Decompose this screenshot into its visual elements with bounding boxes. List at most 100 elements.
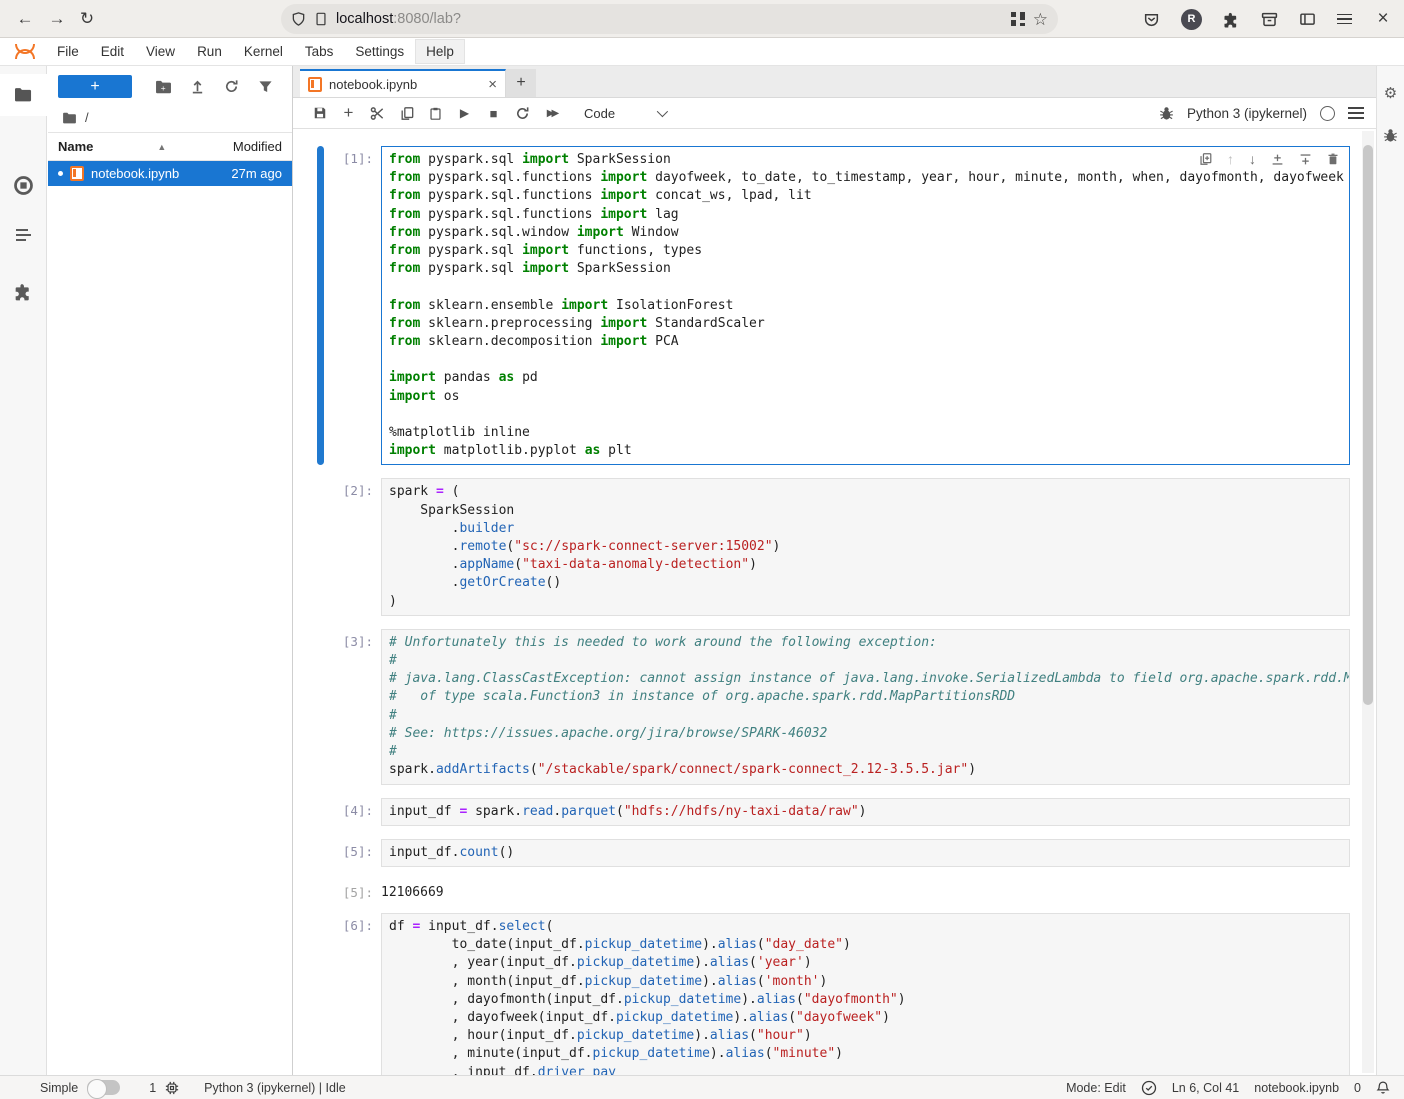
cell-drag-handle[interactable] — [317, 146, 324, 465]
menu-file[interactable]: File — [46, 39, 90, 64]
paste-cells-icon[interactable] — [421, 106, 450, 121]
table-of-contents-tab[interactable] — [0, 214, 47, 256]
menu-kernel[interactable]: Kernel — [233, 39, 294, 64]
kernel-status-icon[interactable] — [1320, 106, 1335, 121]
browser-forward-icon[interactable]: → — [44, 6, 70, 32]
notebook-cell[interactable]: [1]:from pyspark.sql import SparkSession… — [317, 146, 1376, 465]
kernel-count[interactable]: 1 — [149, 1081, 156, 1095]
notebook-cell[interactable]: [2]:spark = ( SparkSession .builder .rem… — [317, 478, 1376, 615]
browser-back-icon[interactable]: ← — [12, 6, 38, 32]
trust-shield-icon[interactable] — [1141, 1080, 1157, 1096]
mode-indicator[interactable]: Mode: Edit — [1066, 1081, 1126, 1095]
cell-toolbar: ↑↓ — [1197, 150, 1341, 168]
cell-editor[interactable]: spark = ( SparkSession .builder .remote(… — [381, 478, 1350, 615]
notebook-cell[interactable]: [5]:input_df.count() — [317, 839, 1376, 867]
cell-output[interactable]: [5]:12106669 — [317, 880, 1376, 900]
file-row-notebook[interactable]: notebook.ipynb 27m ago — [48, 161, 292, 186]
duplicate-cell-icon[interactable] — [1199, 152, 1212, 166]
column-name[interactable]: Name — [58, 139, 93, 154]
refresh-icon[interactable] — [214, 79, 248, 94]
notebook-cell[interactable]: [4]:input_df = spark.read.parquet("hdfs:… — [317, 798, 1376, 826]
code-line: from pyspark.sql import functions, types — [389, 242, 1342, 260]
page-icon[interactable] — [314, 11, 328, 27]
notebook-cell[interactable]: [6]:df = input_df.select( to_date(input_… — [317, 913, 1376, 1075]
kernel-status-text[interactable]: Python 3 (ipykernel) | Idle — [204, 1081, 346, 1095]
extension-manager-tab[interactable] — [0, 270, 47, 312]
new-launcher-button[interactable]: + — [58, 75, 132, 98]
bookmark-star-icon[interactable]: ☆ — [1033, 11, 1048, 28]
cell-prompt: [5]: — [317, 880, 381, 900]
statusbar-filename[interactable]: notebook.ipynb — [1254, 1081, 1339, 1095]
stop-kernel-icon[interactable]: ■ — [479, 106, 508, 121]
menu-run[interactable]: Run — [186, 39, 233, 64]
debugger-bug-icon[interactable] — [1159, 106, 1174, 121]
cursor-position[interactable]: Ln 6, Col 41 — [1172, 1081, 1239, 1095]
kernel-name[interactable]: Python 3 (ipykernel) — [1187, 106, 1307, 121]
notification-count[interactable]: 0 — [1354, 1081, 1361, 1095]
move-up-icon[interactable]: ↑ — [1227, 152, 1234, 166]
tab-notebook[interactable]: notebook.ipynb × — [300, 69, 506, 97]
containers-grid-icon[interactable] — [1011, 12, 1025, 26]
copy-cells-icon[interactable] — [392, 106, 421, 121]
menu-tabs[interactable]: Tabs — [294, 39, 345, 64]
cell-editor[interactable]: input_df = spark.read.parquet("hdfs://hd… — [381, 798, 1350, 826]
code-line: from sklearn.decomposition import PCA — [389, 333, 1342, 351]
move-down-icon[interactable]: ↓ — [1249, 152, 1256, 166]
code-line: .remote("sc://spark-connect-server:15002… — [389, 538, 1342, 556]
debugger-sidebar-icon[interactable] — [1383, 128, 1398, 143]
code-line: .getOrCreate() — [389, 574, 1342, 592]
notebook-menu-icon[interactable] — [1348, 107, 1364, 119]
code-line: import matplotlib.pyplot as plt — [389, 442, 1342, 460]
file-list-header[interactable]: Name ▲ Modified — [48, 132, 292, 161]
new-folder-icon[interactable]: + — [146, 80, 180, 94]
code-line: input_df.count() — [389, 844, 1342, 862]
notebook-scrollbar[interactable] — [1362, 131, 1374, 1073]
url-text[interactable]: localhost:8080/lab? — [336, 11, 1003, 27]
shield-icon[interactable] — [291, 11, 306, 27]
restart-kernel-icon[interactable] — [508, 106, 537, 121]
code-line: # of type scala.Function3 in instance of… — [389, 688, 1342, 706]
property-inspector-icon[interactable]: ⚙ — [1384, 84, 1397, 102]
filter-icon[interactable] — [248, 80, 282, 94]
window-close-icon[interactable]: × — [1370, 6, 1396, 32]
tab-close-icon[interactable]: × — [488, 76, 497, 93]
cut-cells-icon[interactable] — [363, 106, 392, 121]
cell-editor[interactable]: # Unfortunately this is needed to work a… — [381, 629, 1350, 785]
breadcrumb[interactable]: / — [48, 105, 292, 132]
simple-mode-toggle[interactable] — [87, 1080, 120, 1095]
notebook-cell[interactable]: [3]:# Unfortunately this is needed to wo… — [317, 629, 1376, 785]
run-cell-icon[interactable]: ▶ — [450, 106, 479, 120]
delete-cell-icon[interactable] — [1327, 152, 1339, 166]
notebook-panel: notebook.ipynb × + + ▶ ■ ▶▶ Code — [292, 66, 1376, 1075]
cell-editor[interactable]: input_df.count() — [381, 839, 1350, 867]
cell-editor[interactable]: from pyspark.sql import SparkSessionfrom… — [381, 146, 1350, 465]
breadcrumb-root[interactable]: / — [85, 110, 89, 125]
insert-above-icon[interactable] — [1271, 153, 1284, 166]
upload-icon[interactable] — [180, 79, 214, 94]
file-browser-tab[interactable] — [0, 74, 47, 116]
browser-menu-icon[interactable] — [1337, 14, 1352, 25]
scrollbar-thumb[interactable] — [1363, 145, 1373, 705]
save-icon[interactable] — [305, 106, 334, 120]
bell-icon[interactable] — [1376, 1080, 1390, 1095]
menu-view[interactable]: View — [135, 39, 186, 64]
new-tab-button[interactable]: + — [506, 69, 536, 97]
cell-editor[interactable]: df = input_df.select( to_date(input_df.p… — [381, 913, 1350, 1075]
restart-run-all-icon[interactable]: ▶▶ — [537, 108, 566, 119]
pocket-icon[interactable] — [1143, 11, 1160, 28]
menu-edit[interactable]: Edit — [90, 39, 135, 64]
profile-avatar[interactable]: R — [1181, 9, 1202, 30]
sidebars-icon[interactable] — [1299, 11, 1316, 28]
running-sessions-tab[interactable] — [0, 164, 47, 206]
menu-settings[interactable]: Settings — [344, 39, 415, 64]
menu-help[interactable]: Help — [415, 39, 465, 64]
url-bar[interactable]: localhost:8080/lab? ☆ — [281, 4, 1058, 34]
kernel-chip-icon[interactable] — [165, 1081, 179, 1095]
browser-reload-icon[interactable]: ↻ — [74, 6, 100, 32]
extensions-puzzle-icon[interactable] — [1223, 11, 1240, 28]
archive-box-icon[interactable] — [1261, 11, 1278, 28]
cell-type-dropdown[interactable]: Code — [584, 106, 665, 121]
insert-below-icon[interactable] — [1299, 153, 1312, 166]
column-modified[interactable]: Modified — [233, 139, 282, 154]
insert-cell-icon[interactable]: + — [334, 103, 363, 123]
